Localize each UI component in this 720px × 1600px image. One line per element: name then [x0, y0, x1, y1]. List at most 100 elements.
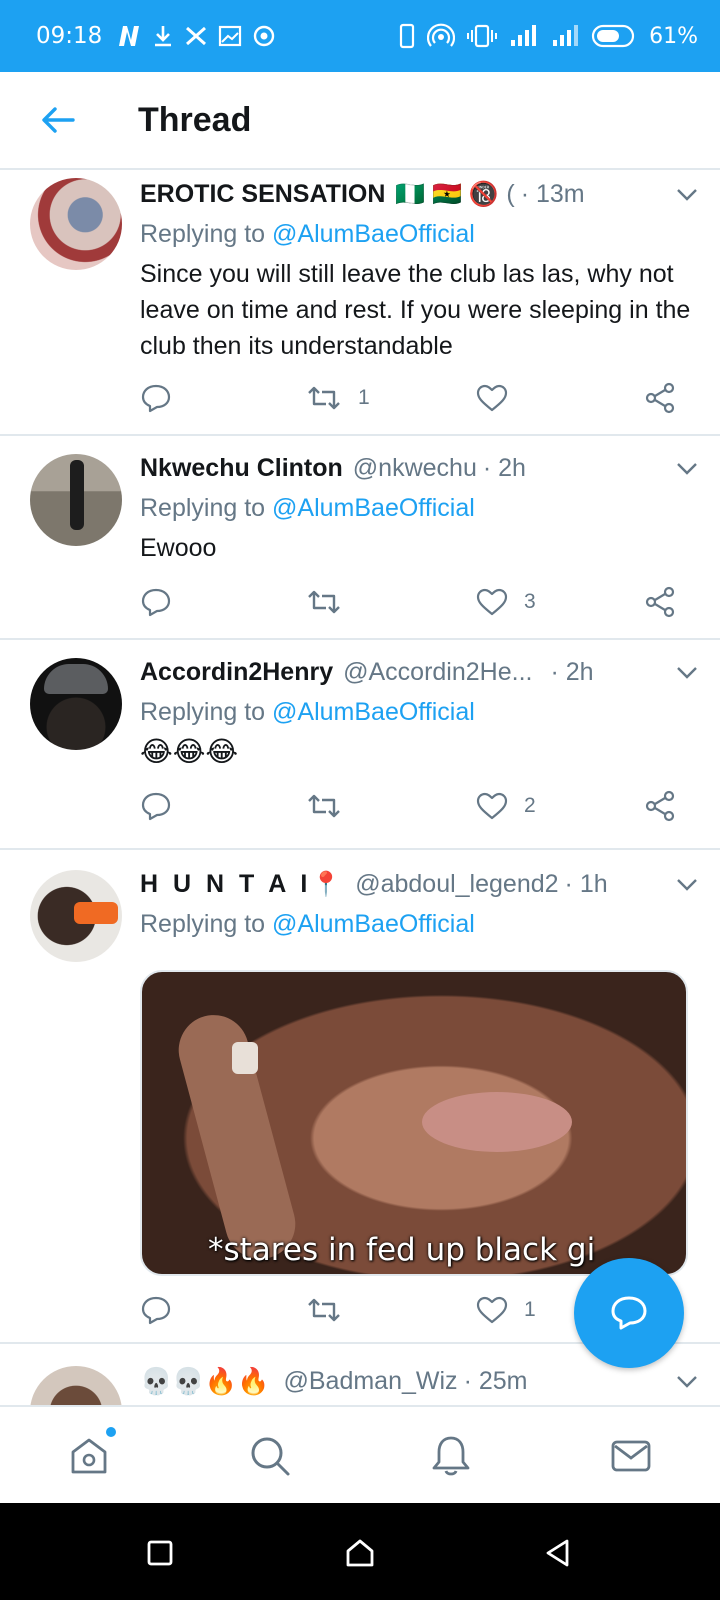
arrow-left-icon [42, 107, 75, 133]
thread-timeline[interactable]: EROTIC SENSATION 🇳🇬 🇬🇭 🔞 ( · 13m Replyin… [0, 170, 720, 1405]
like-count: 1 [524, 1298, 536, 1321]
retweet-button[interactable] [306, 1296, 358, 1324]
circle-icon [254, 25, 275, 47]
retweet-icon [308, 1298, 340, 1322]
timestamp: · 25m [463, 1367, 528, 1395]
mention-link[interactable]: @AlumBaeOfficial [272, 698, 475, 726]
tweet-menu-button[interactable] [674, 182, 700, 208]
avatar[interactable] [30, 178, 122, 270]
tweet-actions: 3 [140, 582, 694, 622]
avatar[interactable] [30, 1366, 122, 1405]
mention-link[interactable]: @AlumBaeOfficial [272, 220, 475, 248]
tweet-header: 💀💀🔥🔥 @Badman_Wiz · 25m [140, 1366, 700, 1397]
heart-icon [476, 384, 508, 412]
tab-home[interactable] [64, 1427, 116, 1481]
home-button[interactable] [340, 1533, 380, 1573]
home-icon [71, 1438, 107, 1474]
reply-button[interactable] [140, 383, 172, 413]
share-icon [645, 382, 675, 414]
chevron-down-icon [677, 462, 697, 475]
status-time: 09:18 [36, 23, 103, 49]
like-button[interactable]: 1 [476, 1295, 536, 1325]
reply-icon [141, 1296, 171, 1325]
back-button[interactable] [30, 92, 86, 148]
x-icon [186, 26, 207, 46]
status-bar: 09:18 61% [0, 0, 720, 72]
status-right-icons: 61% [399, 23, 698, 49]
mention-link[interactable]: @AlumBaeOfficial [272, 494, 475, 522]
display-name[interactable]: H U N T A I [140, 870, 311, 899]
tweet-menu-button[interactable] [674, 872, 700, 898]
reply-button[interactable] [140, 791, 172, 821]
netflix-n-icon [119, 26, 140, 46]
replying-to: Replying to @AlumBaeOfficial [140, 698, 475, 727]
display-name[interactable]: EROTIC SENSATION [140, 180, 385, 209]
tweet-text: 😂😂😂 [140, 736, 239, 767]
battery-icon [591, 24, 635, 48]
hotspot-icon [427, 23, 456, 47]
reply-icon [141, 792, 171, 821]
like-count: 3 [524, 590, 536, 613]
tweet-menu-button[interactable] [674, 1369, 700, 1395]
handle[interactable]: @nkwechu [353, 454, 477, 483]
retweet-button[interactable] [306, 792, 358, 820]
signal-icon [553, 25, 579, 46]
share-icon [645, 790, 675, 822]
display-name[interactable]: Nkwechu Clinton [140, 454, 343, 483]
chevron-down-icon [677, 666, 697, 679]
heart-icon [476, 792, 508, 820]
image-icon [219, 25, 242, 47]
phone-icon [399, 23, 415, 49]
tweet-media-image[interactable]: *stares in fed up black gi [140, 970, 688, 1276]
mention-link[interactable]: @AlumBaeOfficial [272, 910, 475, 938]
share-button[interactable] [644, 382, 676, 414]
tweet[interactable]: EROTIC SENSATION 🇳🇬 🇬🇭 🔞 ( · 13m Replyin… [0, 170, 720, 436]
back-nav-button[interactable] [538, 1533, 578, 1573]
recents-icon [147, 1540, 173, 1566]
tab-search[interactable] [245, 1431, 295, 1481]
display-name[interactable]: 💀💀🔥🔥 [140, 1366, 270, 1397]
reply-compose-fab[interactable] [574, 1258, 684, 1368]
display-name[interactable]: Accordin2Henry [140, 658, 333, 687]
retweet-count: 1 [358, 386, 370, 409]
replying-to: Replying to @AlumBaeOfficial [140, 220, 475, 249]
tweet-header: EROTIC SENSATION 🇳🇬 🇬🇭 🔞 ( · 13m [140, 180, 700, 209]
tab-notifications[interactable] [426, 1431, 476, 1481]
page-title: Thread [138, 100, 252, 139]
chevron-down-icon [677, 878, 697, 891]
like-button[interactable]: 2 [476, 791, 536, 821]
download-icon [155, 26, 172, 47]
media-caption: *stares in fed up black gi [208, 1232, 596, 1268]
system-nav-bar [0, 1503, 720, 1600]
like-button[interactable] [476, 383, 524, 413]
chevron-down-icon [677, 188, 697, 201]
handle[interactable]: @Accordin2He... [343, 658, 532, 687]
tweet-menu-button[interactable] [674, 456, 700, 482]
reply-icon [141, 384, 171, 413]
heart-icon [476, 588, 508, 616]
like-button[interactable]: 3 [476, 587, 536, 617]
timestamp: · 1h [564, 870, 608, 898]
notification-dot [106, 1427, 116, 1437]
avatar[interactable] [30, 658, 122, 750]
retweet-button[interactable] [306, 588, 358, 616]
reply-button[interactable] [140, 587, 172, 617]
retweet-button[interactable]: 1 [306, 384, 370, 412]
handle[interactable]: @abdoul_legend2 [355, 870, 558, 899]
timestamp: · 2h [550, 658, 594, 686]
avatar[interactable] [30, 870, 122, 962]
tweet[interactable]: Nkwechu Clinton @nkwechu · 2h Replying t… [0, 436, 720, 640]
reply-button[interactable] [140, 1295, 172, 1325]
recents-button[interactable] [140, 1533, 180, 1573]
avatar[interactable] [30, 454, 122, 546]
share-button[interactable] [644, 586, 676, 618]
tweet-actions: 1 [140, 378, 694, 418]
share-button[interactable] [644, 790, 676, 822]
handle[interactable]: @Badman_Wiz [284, 1367, 458, 1396]
tweet-menu-button[interactable] [674, 660, 700, 686]
retweet-icon [308, 386, 340, 410]
tweet[interactable]: Accordin2Henry @Accordin2He... · 2h Repl… [0, 640, 720, 850]
handle[interactable]: ( [506, 180, 514, 209]
battery-percent: 61% [649, 23, 698, 49]
tab-messages[interactable] [606, 1431, 656, 1481]
